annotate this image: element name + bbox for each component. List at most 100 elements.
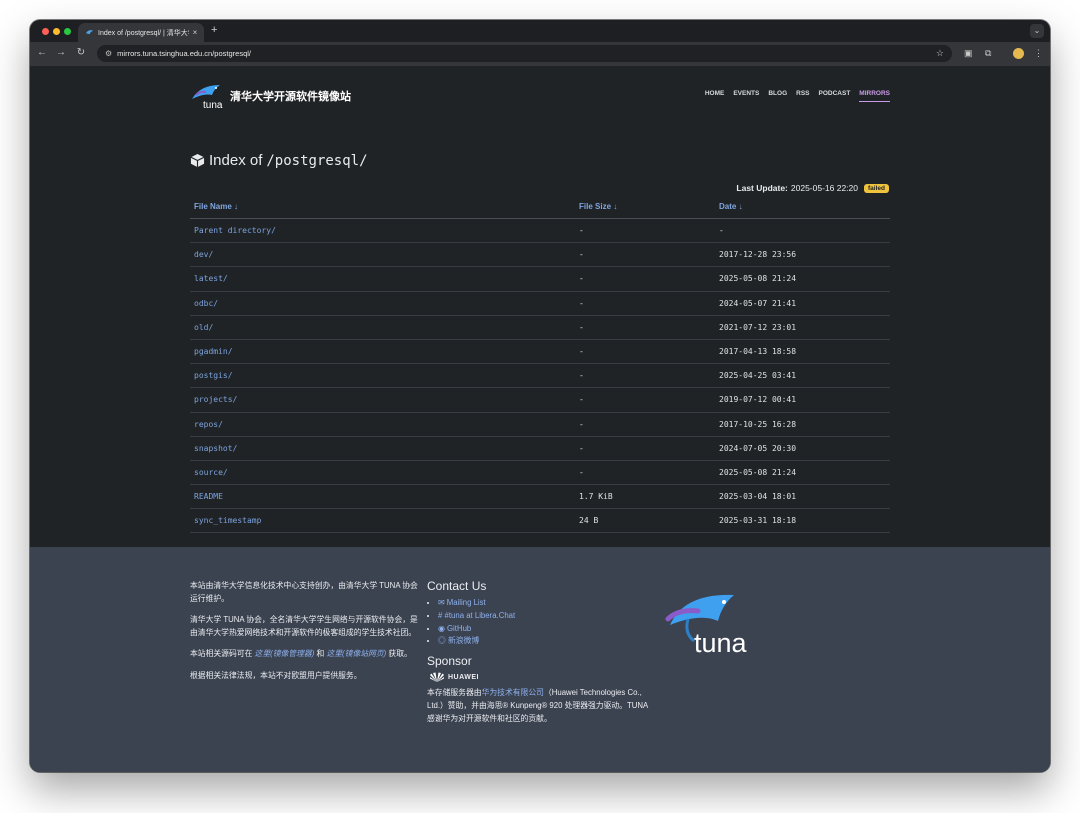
- file-link[interactable]: README: [190, 484, 575, 510]
- nav-mirrors[interactable]: MIRRORS: [859, 90, 890, 102]
- source-link-manager[interactable]: 这里(镜像管理器): [255, 649, 315, 658]
- file-size: -: [575, 412, 715, 437]
- address-bar[interactable]: ⚙ mirrors.tuna.tsinghua.edu.cn/postgresq…: [97, 45, 952, 62]
- file-table: File Name ↓ File Size ↓ Date ↓ Parent di…: [190, 194, 890, 534]
- table-row: README 1.7 KiB 2025-03-04 18:01: [190, 484, 890, 510]
- file-link[interactable]: pgadmin/: [190, 339, 575, 365]
- maximize-window-button[interactable]: [64, 28, 71, 35]
- contact-list: ✉ Mailing List # #tuna at Libera.Chat ◉ …: [427, 597, 649, 648]
- nav-home[interactable]: HOME: [705, 90, 725, 102]
- file-size: -: [575, 242, 715, 268]
- huawei-link[interactable]: 华为技术有限公司: [482, 688, 544, 697]
- package-box-icon: [190, 153, 205, 168]
- page-content: tuna 清华大学开源软件镜像站 HOME EVENTS BLOG RSS PO…: [30, 66, 1050, 772]
- browser-window: Index of /postgresql/ | 清华大学... × + ⌄ ← …: [30, 20, 1050, 772]
- last-update-value: 2025-05-16 22:20: [790, 183, 859, 193]
- huawei-petal-icon: [430, 672, 444, 683]
- tuna-logo-icon[interactable]: tuna: [190, 81, 226, 109]
- sort-file-name[interactable]: File Name ↓: [190, 194, 575, 219]
- file-size: 1.7 KiB: [575, 484, 715, 510]
- site-info-icon[interactable]: ⚙: [105, 49, 112, 58]
- back-arrow-icon[interactable]: ←: [35, 47, 49, 58]
- translate-icon[interactable]: ▣: [964, 48, 973, 59]
- table-header-row: File Name ↓ File Size ↓ Date ↓: [190, 194, 890, 219]
- bookmark-star-icon[interactable]: ☆: [936, 48, 944, 59]
- huawei-logo-text: HUAWEI: [448, 673, 479, 681]
- browser-tab[interactable]: Index of /postgresql/ | 清华大学... ×: [78, 23, 204, 42]
- sort-file-size[interactable]: File Size ↓: [575, 194, 715, 219]
- index-title: Index of: [209, 152, 263, 169]
- logo-text: tuna: [203, 100, 223, 109]
- sort-date[interactable]: Date ↓: [715, 194, 890, 219]
- file-size: -: [575, 315, 715, 340]
- file-date: 2021-07-12 23:01: [715, 315, 890, 340]
- github-link[interactable]: ◉ GitHub: [438, 624, 471, 633]
- file-date: 2025-04-25 03:41: [715, 363, 890, 389]
- footer-p3-prefix: 本站相关源码可在: [190, 649, 253, 658]
- file-link[interactable]: projects/: [190, 387, 575, 413]
- mascot-logo-text: tuna: [694, 628, 748, 658]
- file-link[interactable]: sync_timestamp: [190, 508, 575, 534]
- nav-podcast[interactable]: PODCAST: [819, 90, 851, 102]
- file-link[interactable]: old/: [190, 315, 575, 340]
- page-title: Index of /postgresql/: [190, 152, 368, 169]
- tab-search-chevron-icon[interactable]: ⌄: [1030, 24, 1044, 38]
- irc-link[interactable]: # #tuna at Libera.Chat: [438, 611, 515, 620]
- file-size: -: [575, 339, 715, 365]
- file-link[interactable]: source/: [190, 460, 575, 486]
- file-date: 2017-04-13 18:58: [715, 339, 890, 365]
- table-row: odbc/-2024-05-07 21:41: [190, 291, 890, 316]
- sponsor-title: Sponsor: [427, 654, 472, 669]
- main-nav: HOME EVENTS BLOG RSS PODCAST MIRRORS: [705, 90, 890, 102]
- browser-toolbar: ← → ↻ ⚙ mirrors.tuna.tsinghua.edu.cn/pos…: [30, 42, 1050, 66]
- file-size: -: [575, 291, 715, 316]
- mailing-list-link[interactable]: ✉ Mailing List: [438, 598, 486, 607]
- tuna-favicon-icon: [85, 30, 94, 35]
- file-link[interactable]: odbc/: [190, 291, 575, 316]
- nav-events[interactable]: EVENTS: [733, 90, 759, 102]
- footer-about: 本站由清华大学信息化技术中心支持创办，由清华大学 TUNA 协会运行维护。 清华…: [190, 580, 418, 691]
- close-window-button[interactable]: [42, 28, 49, 35]
- file-size: -: [575, 460, 715, 486]
- nav-rss[interactable]: RSS: [796, 90, 809, 102]
- file-link[interactable]: dev/: [190, 242, 575, 268]
- table-row: dev/-2017-12-28 23:56: [190, 242, 890, 268]
- address-url[interactable]: mirrors.tuna.tsinghua.edu.cn/postgresql/: [117, 49, 936, 58]
- file-link[interactable]: postgis/: [190, 363, 575, 389]
- more-menu-icon[interactable]: ⋮: [1034, 48, 1043, 59]
- github-icon: ◉: [438, 623, 445, 633]
- sponsor-text: 本存储服务器由华为技术有限公司（Huawei Technologies Co.,…: [427, 688, 648, 723]
- nav-blog[interactable]: BLOG: [768, 90, 787, 102]
- file-size: -: [575, 363, 715, 389]
- site-footer: 本站由清华大学信息化技术中心支持创办，由清华大学 TUNA 协会运行维护。 清华…: [30, 547, 1050, 772]
- file-link[interactable]: snapshot/: [190, 436, 575, 461]
- last-update: Last Update: 2025-05-16 22:20 failed: [736, 183, 889, 193]
- source-link-web[interactable]: 这里(镜像站网页): [326, 649, 386, 658]
- file-size: -: [575, 436, 715, 461]
- profile-avatar[interactable]: [1013, 48, 1024, 59]
- weibo-link[interactable]: ◎ 新浪微博: [438, 636, 479, 645]
- list-item: ◉ GitHub: [438, 623, 649, 636]
- forward-arrow-icon[interactable]: →: [54, 47, 68, 58]
- table-row: snapshot/-2024-07-05 20:30: [190, 436, 890, 461]
- reload-icon[interactable]: ↻: [74, 47, 88, 58]
- status-badge: failed: [864, 183, 889, 193]
- file-link[interactable]: Parent directory/: [190, 218, 575, 244]
- file-date: 2025-05-08 21:24: [715, 460, 890, 486]
- new-tab-button[interactable]: +: [211, 24, 217, 36]
- mail-icon: ✉: [438, 598, 445, 607]
- file-link[interactable]: repos/: [190, 412, 575, 437]
- contact-title: Contact Us: [427, 579, 487, 593]
- file-size: -: [575, 266, 715, 292]
- tab-close-icon[interactable]: ×: [189, 28, 201, 37]
- hash-icon: #: [438, 610, 443, 620]
- file-link[interactable]: latest/: [190, 266, 575, 292]
- tuna-mascot-logo: tuna: [665, 594, 748, 658]
- table-row: latest/-2025-05-08 21:24: [190, 266, 890, 292]
- site-brand-title[interactable]: 清华大学开源软件镜像站: [230, 88, 351, 104]
- extensions-icon[interactable]: ⧉: [985, 48, 991, 59]
- file-date: -: [715, 218, 890, 244]
- table-row: Parent directory/- -: [190, 218, 890, 244]
- file-size: 24 B: [575, 508, 715, 534]
- minimize-window-button[interactable]: [53, 28, 60, 35]
